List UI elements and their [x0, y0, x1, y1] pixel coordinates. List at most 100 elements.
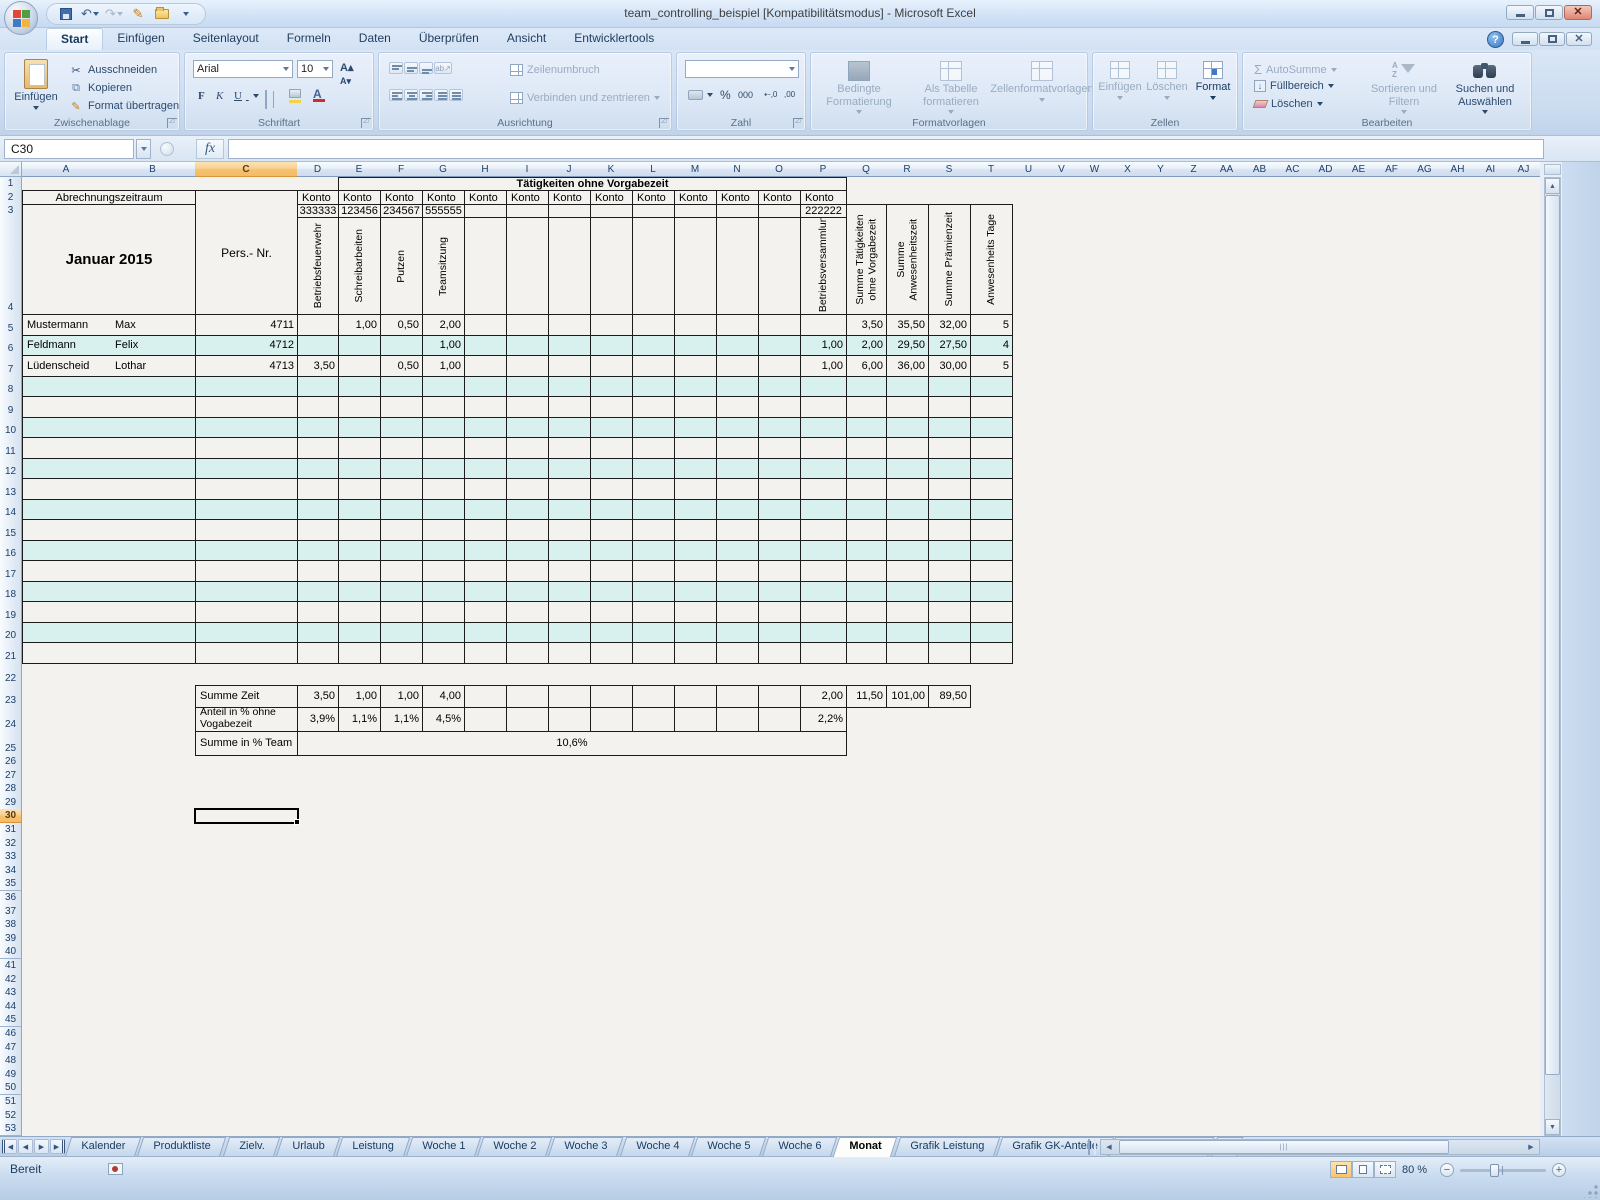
- cell-I8[interactable]: [506, 376, 549, 398]
- bold-button[interactable]: F: [195, 89, 208, 103]
- borders-button[interactable]: [265, 91, 267, 109]
- cell-S3-S4[interactable]: Summe Prämienzeit: [928, 204, 971, 315]
- cell-E12[interactable]: [338, 458, 381, 480]
- row-header-43[interactable]: 43: [0, 986, 22, 1001]
- align-left-icon[interactable]: [389, 89, 403, 101]
- alignment-dialog-launcher[interactable]: [659, 118, 669, 128]
- last-sheet-icon[interactable]: ▶: [50, 1139, 65, 1154]
- cell-P24[interactable]: 2,2%: [800, 707, 847, 732]
- delete-cells-button[interactable]: Löschen: [1145, 61, 1189, 100]
- cell-T7[interactable]: 5: [970, 355, 1013, 377]
- column-header-Q[interactable]: Q: [846, 162, 887, 177]
- vertical-scroll-thumb[interactable]: [1545, 195, 1560, 1075]
- column-header-R[interactable]: R: [886, 162, 929, 177]
- cell-J3[interactable]: [548, 204, 591, 218]
- row-header-51[interactable]: 51: [0, 1095, 22, 1110]
- cell-E6[interactable]: [338, 335, 381, 357]
- cell-C6[interactable]: 4712: [195, 335, 298, 357]
- autosum-button[interactable]: Σ AutoSumme: [1251, 61, 1340, 78]
- cell-H20[interactable]: [464, 622, 507, 644]
- cell-C20[interactable]: [195, 622, 298, 644]
- cell-H10[interactable]: [464, 417, 507, 439]
- cell-Q20[interactable]: [846, 622, 887, 644]
- cell-T6[interactable]: 4: [970, 335, 1013, 357]
- cell-Q7[interactable]: 6,00: [846, 355, 887, 377]
- insert-cells-button[interactable]: Einfügen: [1097, 61, 1143, 100]
- shrink-font-icon[interactable]: A▾: [337, 75, 354, 88]
- cell-A6-B6[interactable]: FeldmannFelix: [22, 335, 196, 357]
- cell-C18[interactable]: [195, 581, 298, 603]
- row-header-24[interactable]: 24: [0, 707, 22, 732]
- cell-E15[interactable]: [338, 519, 381, 541]
- cell-S16[interactable]: [928, 540, 971, 562]
- cell-N7[interactable]: [716, 355, 759, 377]
- decrease-indent-icon[interactable]: [434, 89, 448, 101]
- cell-G23[interactable]: 4,00: [422, 685, 465, 708]
- cell-O10[interactable]: [758, 417, 801, 439]
- cell-M13[interactable]: [674, 478, 717, 500]
- sheet-tab-woche-4[interactable]: Woche 4: [619, 1137, 695, 1157]
- cell-P16[interactable]: [800, 540, 847, 562]
- align-bottom-icon[interactable]: [419, 62, 433, 74]
- cell-M10[interactable]: [674, 417, 717, 439]
- sheet-tab-urlaub[interactable]: Urlaub: [276, 1137, 341, 1157]
- cell-K16[interactable]: [590, 540, 633, 562]
- cell-G13[interactable]: [422, 478, 465, 500]
- cell-P18[interactable]: [800, 581, 847, 603]
- scroll-down-icon[interactable]: ▼: [1545, 1119, 1560, 1135]
- row-header-17[interactable]: 17: [0, 560, 22, 582]
- cell-A14-B14[interactable]: [22, 499, 196, 521]
- next-sheet-icon[interactable]: ▶: [34, 1139, 49, 1154]
- cell-P6[interactable]: 1,00: [800, 335, 847, 357]
- workbook-restore-button[interactable]: [1539, 32, 1565, 46]
- cell-E17[interactable]: [338, 560, 381, 582]
- cell-R14[interactable]: [886, 499, 929, 521]
- cell-H16[interactable]: [464, 540, 507, 562]
- cell-I19[interactable]: [506, 601, 549, 623]
- cell-G4[interactable]: Teamsitzung: [422, 217, 465, 315]
- cell-Q14[interactable]: [846, 499, 887, 521]
- decrease-decimal-icon[interactable]: ,00: [781, 89, 798, 100]
- cell-I18[interactable]: [506, 581, 549, 603]
- cell-D10[interactable]: [297, 417, 339, 439]
- cell-G7[interactable]: 1,00: [422, 355, 465, 377]
- cell-S19[interactable]: [928, 601, 971, 623]
- cell-G11[interactable]: [422, 437, 465, 459]
- select-all-corner[interactable]: [0, 162, 22, 177]
- cell-D3[interactable]: 333333: [297, 204, 339, 218]
- fill-color-button[interactable]: [289, 89, 305, 105]
- cell-M19[interactable]: [674, 601, 717, 623]
- cell-N18[interactable]: [716, 581, 759, 603]
- cell-I7[interactable]: [506, 355, 549, 377]
- cell-S5[interactable]: 32,00: [928, 314, 971, 336]
- cell-Q13[interactable]: [846, 478, 887, 500]
- align-right-icon[interactable]: [419, 89, 433, 101]
- cell-R13[interactable]: [886, 478, 929, 500]
- cell-M20[interactable]: [674, 622, 717, 644]
- column-header-Y[interactable]: Y: [1144, 162, 1178, 177]
- cell-K11[interactable]: [590, 437, 633, 459]
- cell-M5[interactable]: [674, 314, 717, 336]
- row-header-44[interactable]: 44: [0, 999, 22, 1014]
- cell-G21[interactable]: [422, 642, 465, 664]
- cell-P3[interactable]: 222222: [800, 204, 847, 218]
- cell-A10-B10[interactable]: [22, 417, 196, 439]
- cell-E3[interactable]: 123456: [338, 204, 381, 218]
- cell-G16[interactable]: [422, 540, 465, 562]
- cell-I11[interactable]: [506, 437, 549, 459]
- column-header-D[interactable]: D: [297, 162, 339, 177]
- increase-decimal-icon[interactable]: ⇠,0: [761, 89, 780, 100]
- cell-R9[interactable]: [886, 396, 929, 418]
- column-header-X[interactable]: X: [1111, 162, 1145, 177]
- cell-F12[interactable]: [380, 458, 423, 480]
- cell-K19[interactable]: [590, 601, 633, 623]
- column-header-K[interactable]: K: [590, 162, 633, 177]
- cell-H18[interactable]: [464, 581, 507, 603]
- cell-R7[interactable]: 36,00: [886, 355, 929, 377]
- column-header-I[interactable]: I: [506, 162, 549, 177]
- cell-styles-button[interactable]: Zellenformatvorlagen: [999, 61, 1085, 102]
- cell-R8[interactable]: [886, 376, 929, 398]
- cell-J18[interactable]: [548, 581, 591, 603]
- sheet-tab-monat[interactable]: Monat: [833, 1137, 898, 1157]
- cell-Q6[interactable]: 2,00: [846, 335, 887, 357]
